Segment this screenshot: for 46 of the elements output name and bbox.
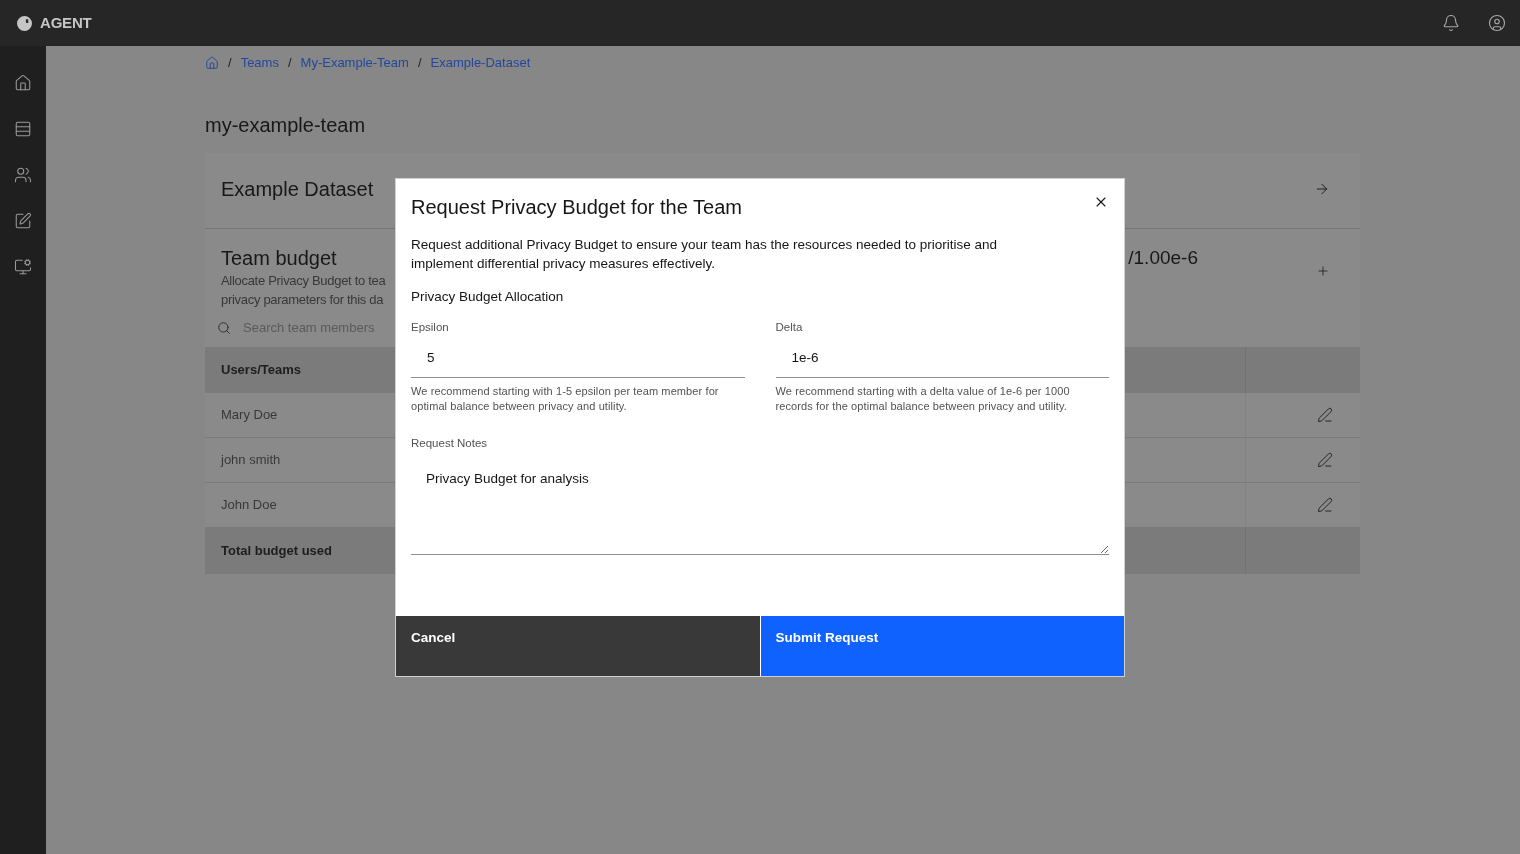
breadcrumb-separator: / — [417, 54, 422, 73]
brand-name: AGENT — [40, 12, 92, 33]
page-title: my-example-team — [205, 113, 366, 138]
field-label: Request Notes — [411, 436, 488, 450]
bell-icon — [1442, 14, 1460, 32]
notifications-button[interactable] — [1442, 14, 1460, 32]
dataset-title: Example Dataset — [221, 176, 374, 202]
pencil-icon — [1317, 452, 1333, 468]
dialog-description: Request additional Privacy Budget to ensure your team has the resources needed to prioritise and implement differential privacy measures effectively. — [411, 236, 999, 273]
edit-row-button[interactable] — [1317, 452, 1333, 468]
dialog-title: Request Privacy Budget for the Team — [411, 195, 742, 220]
helper-text: We recommend starting with a delta value of 1e-6 per 1000 records for the optimal balance between privacy and utility. — [775, 384, 1071, 414]
submit-button[interactable]: Submit Request — [760, 616, 1124, 676]
cancel-button[interactable]: Cancel — [396, 616, 760, 676]
pencil-icon — [1317, 407, 1333, 423]
team-budget-title: Team budget — [221, 246, 337, 271]
breadcrumb-home-link[interactable] — [205, 56, 219, 70]
helper-text: We recommend starting with 1-5 epsilon per team member for optimal balance between privacy and utility. — [411, 384, 720, 414]
add-budget-button[interactable] — [1316, 264, 1330, 278]
column-header: Users/Teams — [220, 361, 301, 380]
home-icon — [205, 56, 219, 70]
field-label: Delta — [775, 320, 803, 334]
section-label: Privacy Budget Allocation — [411, 288, 564, 306]
home-icon — [14, 74, 32, 92]
field-label: Epsilon — [411, 320, 449, 334]
table-cell: John Doe — [221, 497, 277, 513]
list-icon — [14, 120, 32, 138]
table-cell: Mary Doe — [221, 407, 278, 423]
edit-icon — [14, 212, 32, 230]
team-budget-description: privacy parameters for this da — [221, 291, 384, 309]
total-row-label: Total budget used — [220, 542, 332, 561]
edit-row-button[interactable] — [1317, 497, 1333, 513]
user-avatar-icon — [1488, 14, 1506, 32]
group-icon — [14, 166, 32, 184]
search-icon — [217, 321, 231, 335]
plus-icon — [1316, 264, 1330, 278]
logo-icon — [17, 15, 32, 31]
user-profile-button[interactable] — [1488, 14, 1506, 32]
pencil-icon — [1317, 497, 1333, 513]
budget-value: /1.00e-6 — [1128, 246, 1198, 270]
breadcrumb-separator: / — [228, 54, 232, 73]
edit-row-button[interactable] — [1317, 407, 1333, 423]
table-cell: john smith — [221, 452, 281, 468]
breadcrumb-separator: / — [287, 54, 292, 73]
team-budget-description: Allocate Privacy Budget to tea — [221, 272, 386, 290]
monitor-settings-icon — [14, 258, 32, 276]
